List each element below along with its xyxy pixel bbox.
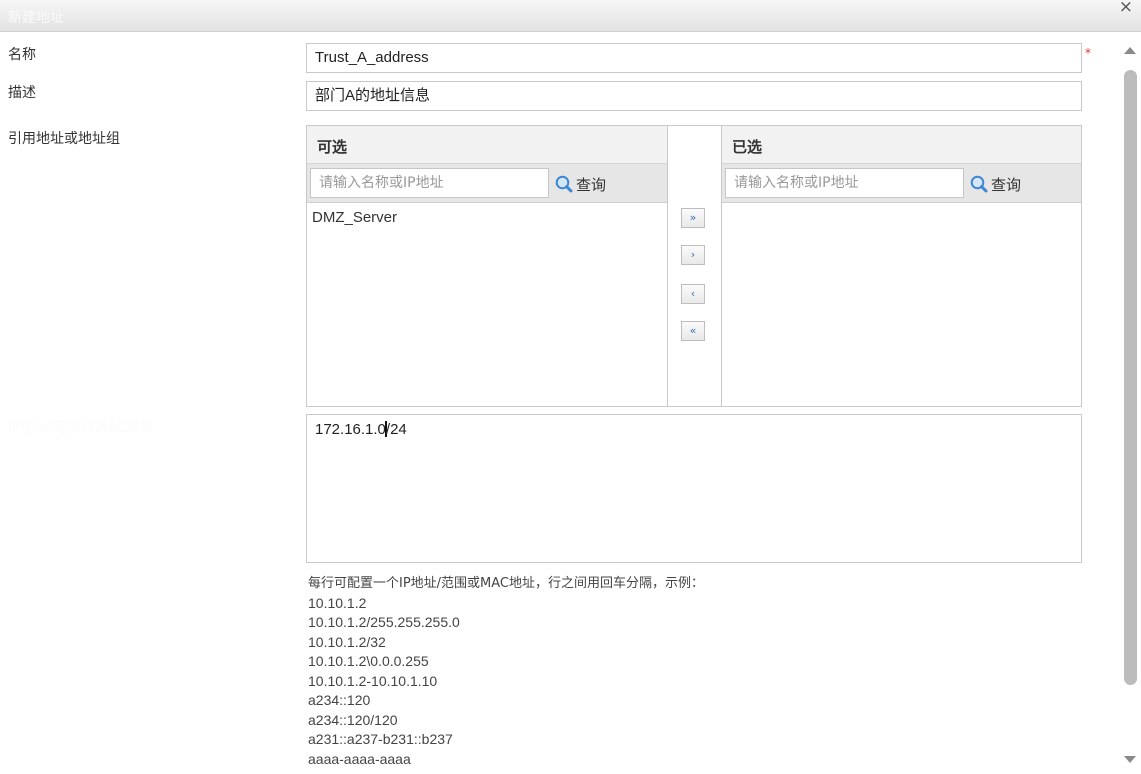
scroll-down-icon[interactable] <box>1124 756 1136 763</box>
transfer-column: » › ‹ « <box>668 125 721 407</box>
available-header: 可选 <box>307 126 667 164</box>
help-example: a234::120/120 <box>308 711 398 728</box>
selected-search-label: 查询 <box>991 176 1022 194</box>
help-example: a231::a237-b231::b237 <box>308 731 453 747</box>
description-label: 描述 <box>8 85 36 101</box>
help-example: 10.10.1.2\0.0.0.255 <box>308 653 429 669</box>
magnifier-icon <box>555 175 573 193</box>
dialog-titlebar: 新建地址 × <box>0 0 1141 32</box>
help-example: 10.10.1.2/32 <box>308 633 386 650</box>
add-button[interactable]: › <box>681 245 705 265</box>
help-example: a234::120 <box>308 692 371 708</box>
remove-button[interactable]: ‹ <box>681 284 705 304</box>
help-example: 10.10.1.2 <box>308 594 367 611</box>
help-intro: 每行可配置一个IP地址/范围或MAC地址，行之间用回车分隔，示例： <box>308 576 705 591</box>
scroll-up-icon[interactable] <box>1124 47 1136 54</box>
help-example: 10.10.1.2/255.255.255.0 <box>308 614 460 630</box>
available-panel: 可选 请输入名称或IP地址 查询 DMZ_Server <box>306 125 668 407</box>
remove-all-button[interactable]: « <box>681 321 705 341</box>
magnifier-icon <box>970 175 988 193</box>
name-label: 名称 <box>8 47 36 63</box>
help-text: 每行可配置一个IP地址/范围或MAC地址，行之间用回车分隔，示例： 10.10.… <box>308 574 704 769</box>
available-search-input[interactable]: 请输入名称或IP地址 <box>310 168 549 198</box>
available-search-label: 查询 <box>576 176 607 194</box>
reference-label: 引用地址或地址组 <box>8 131 120 147</box>
available-search-row: 请输入名称或IP地址 查询 <box>307 164 667 203</box>
ip-label: IP地址/范围或MAC地址 <box>8 420 155 436</box>
selected-header: 已选 <box>722 126 1081 164</box>
selected-search-row: 请输入名称或IP地址 查询 <box>722 164 1081 203</box>
dialog-title: 新建地址 <box>8 10 64 26</box>
name-field[interactable]: Trust_A_address <box>306 43 1082 73</box>
help-example: aaaa-aaaa-aaaa <box>308 750 411 767</box>
add-all-button[interactable]: » <box>681 208 705 228</box>
required-mark: * <box>1085 46 1091 60</box>
available-search-button[interactable]: 查询 <box>555 174 606 195</box>
vertical-scrollbar[interactable] <box>1119 40 1141 774</box>
selected-panel: 已选 请输入名称或IP地址 查询 <box>721 125 1082 407</box>
ip-address-textarea[interactable]: 172.16.1.0/24 <box>306 414 1082 563</box>
close-icon[interactable]: × <box>1119 0 1133 16</box>
ip-text-after-caret: /24 <box>385 421 407 438</box>
scrollbar-thumb[interactable] <box>1124 70 1137 685</box>
ip-text-before-caret: 172.16.1.0 <box>315 421 386 438</box>
help-example: 10.10.1.2-10.10.1.10 <box>308 672 438 689</box>
selected-search-button[interactable]: 查询 <box>970 174 1021 195</box>
description-field[interactable]: 部门A的地址信息 <box>306 81 1082 111</box>
selected-search-input[interactable]: 请输入名称或IP地址 <box>725 168 964 198</box>
available-list-item[interactable]: DMZ_Server <box>307 203 667 232</box>
